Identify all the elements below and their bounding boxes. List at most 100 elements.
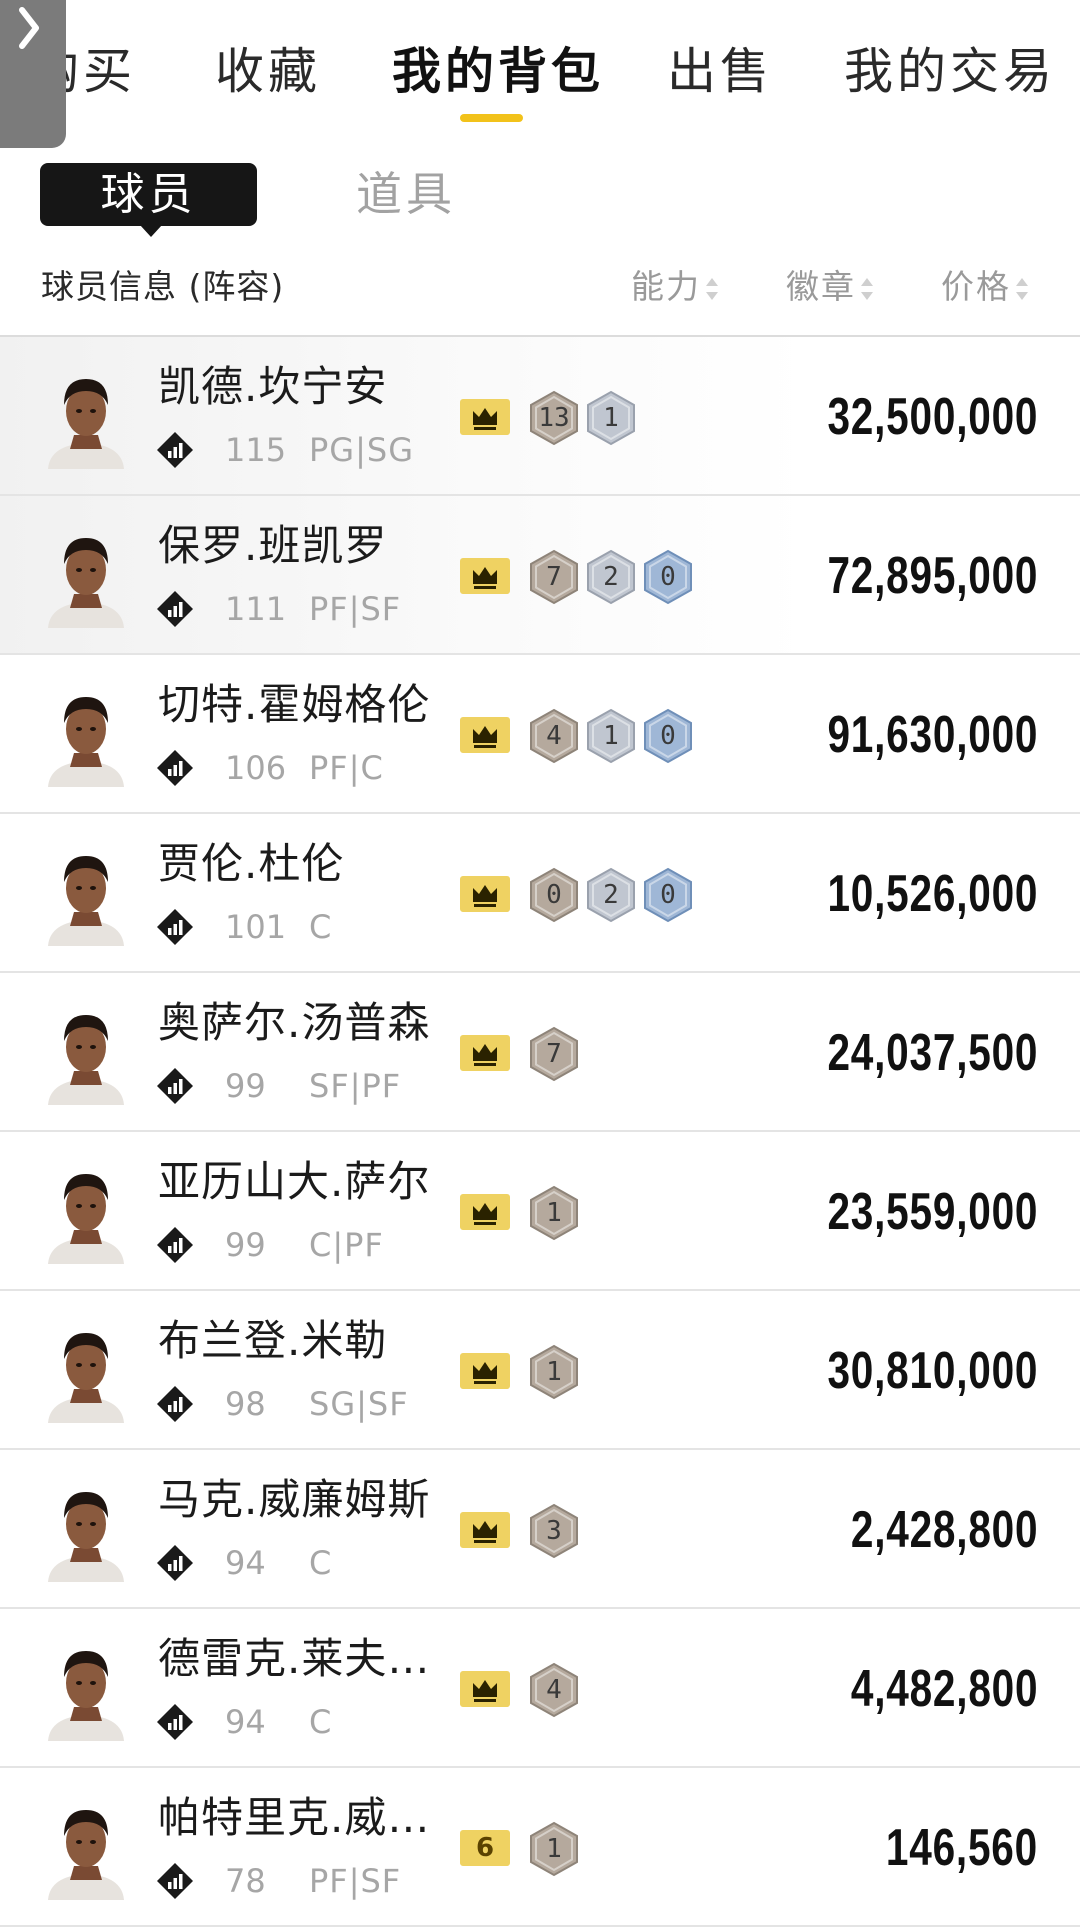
subtab-items[interactable]: 道具 xyxy=(356,163,456,226)
badge-bronze-hexagon: 13 xyxy=(528,390,580,446)
player-price: 30,810,000 xyxy=(827,1342,1038,1400)
badge-count: 1 xyxy=(546,1357,562,1387)
player-price: 4,482,800 xyxy=(850,1660,1038,1718)
player-row[interactable]: 切特.霍姆格伦 106 PF|C 4 1 0 91,630,000 xyxy=(0,655,1080,814)
badge-bronze-hexagon: 1 xyxy=(528,1821,580,1877)
badge-count: 2 xyxy=(603,880,619,910)
badge-count: 0 xyxy=(660,562,676,592)
player-overall: 99 xyxy=(225,1067,266,1105)
crown-icon xyxy=(460,1512,510,1548)
player-overall: 99 xyxy=(225,1226,266,1264)
player-name: 奥萨尔.汤普森 xyxy=(158,998,431,1047)
rating-diamond-icon xyxy=(157,909,193,945)
player-position: PF|C xyxy=(309,749,384,787)
crown-icon xyxy=(460,558,510,594)
tab-sell[interactable]: 出售 xyxy=(667,40,773,104)
crown-icon xyxy=(460,1194,510,1230)
player-avatar xyxy=(48,1174,124,1264)
player-price: 2,428,800 xyxy=(850,1501,1038,1559)
player-position: PF|SF xyxy=(309,590,402,628)
crown-icon xyxy=(460,1035,510,1071)
player-overall: 111 xyxy=(225,590,287,628)
player-position: C xyxy=(309,1544,333,1582)
badge-silver-hexagon: 2 xyxy=(585,549,637,605)
player-avatar xyxy=(48,1333,124,1423)
badge-count: 7 xyxy=(546,1039,562,1069)
player-avatar xyxy=(48,697,124,787)
player-row[interactable]: 帕特里克.威… 78 PF|SF 6 1 146,560 xyxy=(0,1768,1080,1927)
player-price: 24,037,500 xyxy=(827,1024,1038,1082)
player-row[interactable]: 保罗.班凯罗 111 PF|SF 7 2 0 72,895,000 xyxy=(0,496,1080,655)
badge-count: 1 xyxy=(546,1198,562,1228)
player-name: 切特.霍姆格伦 xyxy=(158,680,431,729)
tab-my-backpack[interactable]: 我的背包 xyxy=(392,40,604,104)
player-name: 凯德.坎宁安 xyxy=(158,362,388,411)
badge-count: 3 xyxy=(546,1516,562,1546)
badge-silver-hexagon: 1 xyxy=(585,390,637,446)
badge-blue-hexagon: 0 xyxy=(642,867,694,923)
sort-badges-button[interactable]: 徽章 xyxy=(786,262,874,312)
rating-diamond-icon xyxy=(157,1227,193,1263)
player-row[interactable]: 布兰登.米勒 98 SG|SF 1 30,810,000 xyxy=(0,1291,1080,1450)
player-overall: 106 xyxy=(225,749,287,787)
player-position: SF|PF xyxy=(309,1067,402,1105)
player-position: PF|SF xyxy=(309,1862,402,1900)
player-price: 10,526,000 xyxy=(827,865,1038,923)
sort-icon xyxy=(860,277,874,301)
column-header-badges: 徽章 xyxy=(786,267,856,306)
player-overall: 94 xyxy=(225,1703,266,1741)
player-overall: 94 xyxy=(225,1544,266,1582)
badge-count: 1 xyxy=(603,721,619,751)
player-row[interactable]: 凯德.坎宁安 115 PG|SG 13 1 32,500,000 xyxy=(0,337,1080,496)
player-name: 德雷克.莱夫… xyxy=(158,1634,431,1683)
player-avatar xyxy=(48,856,124,946)
rating-diamond-icon xyxy=(157,432,193,468)
player-list: 凯德.坎宁安 115 PG|SG 13 1 32,500,000 保罗.班凯罗 … xyxy=(0,337,1080,1927)
player-price: 72,895,000 xyxy=(827,547,1038,605)
player-row[interactable]: 德雷克.莱夫… 94 C 4 4,482,800 xyxy=(0,1609,1080,1768)
sort-price-button[interactable]: 价格 xyxy=(941,262,1029,312)
player-overall: 115 xyxy=(225,431,287,469)
badge-bronze-hexagon: 3 xyxy=(528,1503,580,1559)
player-avatar xyxy=(48,1651,124,1741)
crown-icon xyxy=(460,717,510,753)
badge-blue-hexagon: 0 xyxy=(642,549,694,605)
player-position: SG|SF xyxy=(309,1385,409,1423)
subtab-players[interactable]: 球员 xyxy=(40,163,257,237)
badge-count: 1 xyxy=(603,403,619,433)
player-price: 23,559,000 xyxy=(827,1183,1038,1241)
badge-bronze-hexagon: 4 xyxy=(528,708,580,764)
player-avatar xyxy=(48,1015,124,1105)
badge-blue-hexagon: 0 xyxy=(642,708,694,764)
player-row[interactable]: 亚历山大.萨尔 99 C|PF 1 23,559,000 xyxy=(0,1132,1080,1291)
rating-diamond-icon xyxy=(157,750,193,786)
chevron-right-icon xyxy=(19,7,39,49)
player-row[interactable]: 奥萨尔.汤普森 99 SF|PF 7 24,037,500 xyxy=(0,973,1080,1132)
back-button[interactable] xyxy=(0,0,66,148)
crown-icon xyxy=(460,1671,510,1707)
player-price: 32,500,000 xyxy=(827,388,1038,446)
tab-favorites[interactable]: 收藏 xyxy=(215,40,321,104)
sort-ability-button[interactable]: 能力 xyxy=(631,262,719,312)
badge-bronze-hexagon: 7 xyxy=(528,1026,580,1082)
level-tag-number: 6 xyxy=(475,1833,495,1863)
active-tab-indicator xyxy=(460,114,523,122)
player-name: 亚历山大.萨尔 xyxy=(158,1157,431,1206)
sort-icon xyxy=(1015,277,1029,301)
player-overall: 98 xyxy=(225,1385,266,1423)
player-row[interactable]: 马克.威廉姆斯 94 C 3 2,428,800 xyxy=(0,1450,1080,1609)
player-row[interactable]: 贾伦.杜伦 101 C 0 2 0 10,526,000 xyxy=(0,814,1080,973)
crown-icon xyxy=(460,1353,510,1389)
player-overall: 78 xyxy=(225,1862,266,1900)
player-position: C xyxy=(309,1703,333,1741)
rating-diamond-icon xyxy=(157,1545,193,1581)
player-name: 贾伦.杜伦 xyxy=(158,839,345,888)
tab-my-trades[interactable]: 我的交易 xyxy=(844,40,1056,104)
badge-count: 0 xyxy=(546,880,562,910)
badge-bronze-hexagon: 1 xyxy=(528,1344,580,1400)
badge-count: 4 xyxy=(546,721,562,751)
rating-diamond-icon xyxy=(157,1704,193,1740)
badge-bronze-hexagon: 1 xyxy=(528,1185,580,1241)
player-position: C|PF xyxy=(309,1226,384,1264)
player-position: C xyxy=(309,908,333,946)
